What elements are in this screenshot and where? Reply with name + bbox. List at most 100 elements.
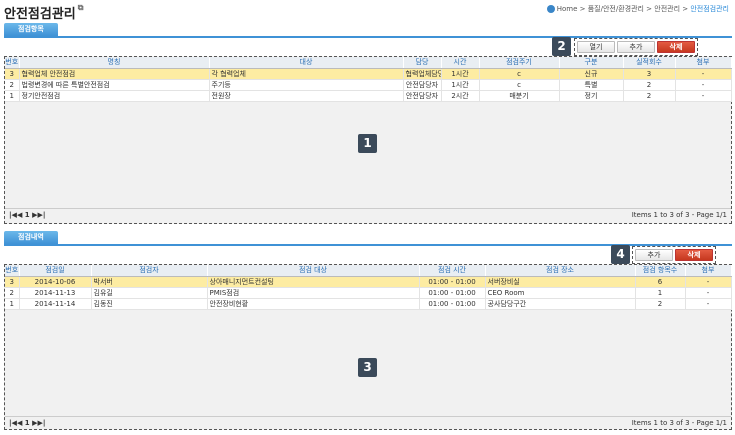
section1-button-bar: 열기 추가 삭제 bbox=[574, 38, 698, 56]
section1-pager: |◀◀ 1 ▶▶| Items 1 to 3 of 3 - Page 1/1 bbox=[5, 208, 731, 221]
table-cell: 안전담당자 bbox=[403, 90, 442, 102]
table-cell: 안전장비현황 bbox=[207, 298, 420, 310]
table-cell: - bbox=[675, 90, 732, 102]
column-header[interactable]: 번호 bbox=[5, 265, 20, 277]
breadcrumb-current: 안전점검관리 bbox=[690, 5, 729, 13]
table-cell: 상아매니지먼트컨설팅 bbox=[207, 276, 420, 288]
column-header[interactable]: 점검 장소 bbox=[485, 265, 636, 277]
pager-nav[interactable]: |◀◀ 1 ▶▶| bbox=[9, 211, 45, 219]
callout-badge-2: 2 bbox=[552, 37, 571, 56]
breadcrumb-home[interactable]: Home bbox=[557, 5, 578, 13]
column-header[interactable]: 점검 항목수 bbox=[635, 265, 686, 277]
table-cell: 매분기 bbox=[479, 90, 560, 102]
column-header[interactable]: 대상 bbox=[209, 57, 404, 69]
table-cell: 2014-10-06 bbox=[19, 276, 92, 288]
column-header[interactable]: 점검 대상 bbox=[207, 265, 420, 277]
callout-badge-1: 1 bbox=[358, 134, 377, 153]
table-cell: 2 bbox=[635, 298, 686, 310]
table-cell: 공사담당구간 bbox=[485, 298, 636, 310]
column-header[interactable]: 첨부 bbox=[685, 265, 732, 277]
delete-history-button[interactable]: 삭제 bbox=[675, 249, 713, 261]
table-row[interactable]: 3 협력업체 안전점검 각 협력업체 협력업체담당 1시간 c 신규 3- bbox=[5, 68, 732, 80]
callout-badge-3: 3 bbox=[358, 358, 377, 377]
external-link-icon[interactable]: ⧉ bbox=[78, 3, 84, 12]
table-cell: 1시간 bbox=[441, 68, 480, 80]
table-cell: c bbox=[479, 68, 560, 80]
table-cell: 01:00 - 01:00 bbox=[419, 287, 486, 299]
table-cell: 협력업체 안전점검 bbox=[19, 68, 210, 80]
table-cell: 신규 bbox=[559, 68, 624, 80]
breadcrumb: Home > 품질/안전/환경관리 > 안전관리 > 안전점검관리 bbox=[546, 4, 729, 14]
table-cell: 2014-11-13 bbox=[19, 287, 92, 299]
tab-inspection-items[interactable]: 점검항목 bbox=[4, 23, 58, 36]
column-header[interactable]: 점검주기 bbox=[479, 57, 560, 69]
table-cell: 01:00 - 01:00 bbox=[419, 276, 486, 288]
breadcrumb-path: > 품질/안전/환경관리 > 안전관리 > bbox=[577, 5, 691, 13]
table-cell: 3 bbox=[5, 276, 20, 288]
table-cell: 1시간 bbox=[441, 79, 480, 91]
column-header[interactable]: 담당 bbox=[403, 57, 442, 69]
table-cell: 2014-11-14 bbox=[19, 298, 92, 310]
column-header[interactable]: 실적회수 bbox=[623, 57, 676, 69]
column-header[interactable]: 점검일 bbox=[19, 265, 92, 277]
table-cell: 서버장비실 bbox=[485, 276, 636, 288]
pager-info: Items 1 to 3 of 3 - Page 1/1 bbox=[631, 211, 727, 219]
column-header[interactable]: 명칭 bbox=[19, 57, 210, 69]
column-header[interactable]: 첨부 bbox=[675, 57, 732, 69]
open-button[interactable]: 열기 bbox=[577, 41, 615, 53]
table-cell: 6 bbox=[635, 276, 686, 288]
pager-nav[interactable]: |◀◀ 1 ▶▶| bbox=[9, 419, 45, 427]
table-row[interactable]: 3 2014-10-06 박서버 상아매니지먼트컨설팅 01:00 - 01:00 서버장… bbox=[5, 276, 732, 288]
column-header[interactable]: 번호 bbox=[5, 57, 20, 69]
table-cell: - bbox=[685, 276, 732, 288]
table-cell: PMIS점검 bbox=[207, 287, 420, 299]
callout-badge-4: 4 bbox=[611, 245, 630, 264]
table-cell: 1 bbox=[5, 298, 20, 310]
add-history-button[interactable]: 추가 bbox=[635, 249, 673, 261]
table-cell: 협력업체담당 bbox=[403, 68, 442, 80]
table-cell: - bbox=[685, 298, 732, 310]
table-cell: 2 bbox=[623, 79, 676, 91]
section2-button-bar: 추가 삭제 bbox=[632, 246, 716, 264]
table-cell: 2 bbox=[5, 287, 20, 299]
table-cell: 2시간 bbox=[441, 90, 480, 102]
table-cell: 3 bbox=[5, 68, 20, 80]
table-cell: 1 bbox=[5, 90, 20, 102]
table-cell: 3 bbox=[623, 68, 676, 80]
table-cell: 주기등 bbox=[209, 79, 404, 91]
inspection-history-table: 번호 점검일 점검자 점검 대상 점검 시간 점검 장소 점검 항목수 첨부 3 2014-10… bbox=[5, 265, 732, 310]
table-cell: 정기안전점검 bbox=[19, 90, 210, 102]
table-cell: 2 bbox=[5, 79, 20, 91]
table-cell: 정기 bbox=[559, 90, 624, 102]
table-row[interactable]: 2 법령변경에 따른 특별안전점검 주기등 안전담당자 1시간 c 특별 2- bbox=[5, 79, 732, 91]
table-row[interactable]: 1 2014-11-14 김동진 안전장비현황 01:00 - 01:00 공사담당구간 2… bbox=[5, 298, 732, 310]
table-cell: CEO Room bbox=[485, 287, 636, 299]
table-cell: 01:00 - 01:00 bbox=[419, 298, 486, 310]
home-icon bbox=[546, 5, 555, 13]
column-header[interactable]: 점검자 bbox=[91, 265, 208, 277]
table-row[interactable]: 1 정기안전점검 전원장 안전담당자 2시간 매분기 정기 2- bbox=[5, 90, 732, 102]
column-header[interactable]: 점검 시간 bbox=[419, 265, 486, 277]
table-cell: - bbox=[675, 68, 732, 80]
table-cell: 2 bbox=[623, 90, 676, 102]
pager-info: Items 1 to 3 of 3 - Page 1/1 bbox=[631, 419, 727, 427]
table-cell: 특별 bbox=[559, 79, 624, 91]
page-title: 안전점검관리 ⧉ bbox=[4, 3, 84, 22]
inspection-items-table: 번호 명칭 대상 담당 시간 점검주기 구분 실적회수 첨부 3 협력업체 안전점검 각 협력업체 협… bbox=[5, 57, 732, 102]
tab-inspection-history[interactable]: 점검내역 bbox=[4, 231, 58, 244]
table-cell: 박서버 bbox=[91, 276, 208, 288]
column-header[interactable]: 시간 bbox=[441, 57, 480, 69]
table-cell: 법령변경에 따른 특별안전점검 bbox=[19, 79, 210, 91]
table-cell: - bbox=[675, 79, 732, 91]
column-header[interactable]: 구분 bbox=[559, 57, 624, 69]
table-cell: - bbox=[685, 287, 732, 299]
delete-item-button[interactable]: 삭제 bbox=[657, 41, 695, 53]
table-row[interactable]: 2 2014-11-13 김유길 PMIS점검 01:00 - 01:00 CEO Roo… bbox=[5, 287, 732, 299]
table-cell: 김유길 bbox=[91, 287, 208, 299]
table-cell: 각 협력업체 bbox=[209, 68, 404, 80]
section2-pager: |◀◀ 1 ▶▶| Items 1 to 3 of 3 - Page 1/1 bbox=[5, 416, 731, 429]
table-cell: 전원장 bbox=[209, 90, 404, 102]
table-cell: 안전담당자 bbox=[403, 79, 442, 91]
add-item-button[interactable]: 추가 bbox=[617, 41, 655, 53]
table-cell: 김동진 bbox=[91, 298, 208, 310]
